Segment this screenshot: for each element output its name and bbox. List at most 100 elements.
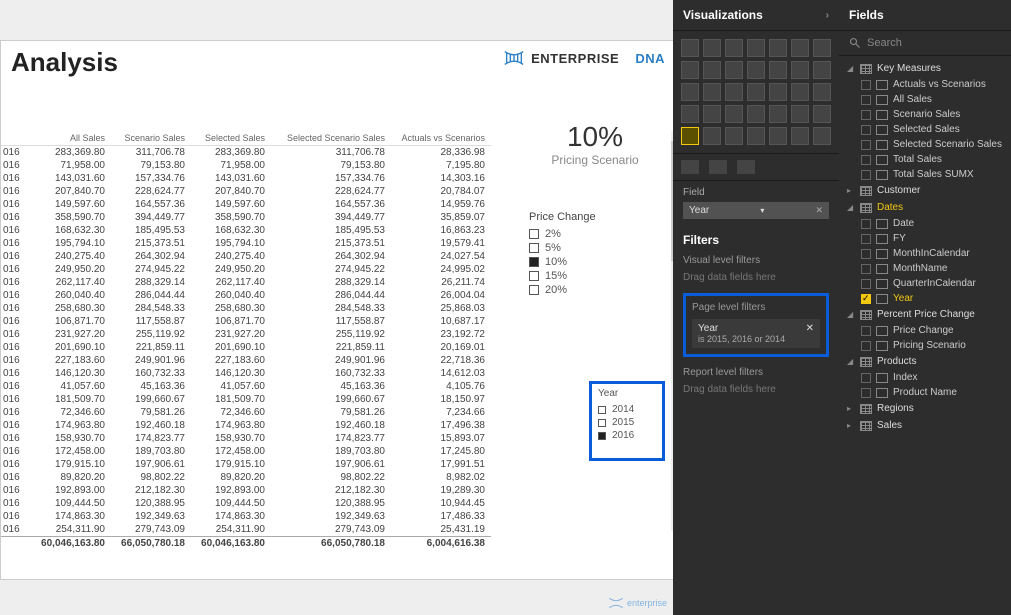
viz-type-icon[interactable] bbox=[747, 39, 765, 57]
checkbox-icon[interactable] bbox=[529, 243, 539, 253]
table-scrollbar[interactable] bbox=[671, 131, 673, 531]
viz-type-icon[interactable] bbox=[681, 105, 699, 123]
table-row[interactable]: 016254,311.90279,743.09254,311.90279,743… bbox=[1, 523, 491, 536]
visual-filter-dropzone[interactable]: Drag data fields here bbox=[683, 272, 829, 283]
viz-type-icon[interactable] bbox=[703, 39, 721, 57]
field-fy[interactable]: FY bbox=[839, 231, 1011, 246]
year-slicer-option[interactable]: 2016 bbox=[598, 429, 656, 442]
field-checkbox[interactable] bbox=[861, 249, 871, 259]
price-change-option[interactable]: 15% bbox=[529, 269, 639, 283]
table-row[interactable]: 016181,509.70199,660.67181,509.70199,660… bbox=[1, 393, 491, 406]
table-row[interactable]: 016227,183.60249,901.96227,183.60249,901… bbox=[1, 354, 491, 367]
price-change-option[interactable]: 20% bbox=[529, 283, 639, 297]
field-well-item[interactable]: Year ▾ ✕ bbox=[683, 202, 829, 219]
field-checkbox[interactable] bbox=[861, 264, 871, 274]
viz-type-icon[interactable] bbox=[725, 39, 743, 57]
table-row[interactable]: 01689,820.2098,802.2289,820.2098,802.228… bbox=[1, 471, 491, 484]
viz-type-icon[interactable] bbox=[813, 39, 831, 57]
table-row[interactable]: 016262,117.40288,329.14262,117.40288,329… bbox=[1, 276, 491, 289]
table-row[interactable]: 016174,863.30192,349.63174,863.30192,349… bbox=[1, 510, 491, 523]
fields-tab-icon[interactable] bbox=[681, 160, 699, 174]
field-checkbox[interactable] bbox=[861, 125, 871, 135]
table-row[interactable]: 01671,958.0079,153.8071,958.0079,153.807… bbox=[1, 159, 491, 172]
visualizations-header[interactable]: Visualizations › bbox=[673, 0, 839, 31]
field-index[interactable]: Index bbox=[839, 370, 1011, 385]
report-canvas[interactable]: Analysis ENTERPRISE DNA All SalesScenari… bbox=[0, 0, 673, 615]
column-header[interactable]: Selected Scenario Sales bbox=[269, 133, 389, 143]
viz-type-icon[interactable] bbox=[747, 127, 765, 145]
viz-type-icon[interactable] bbox=[681, 83, 699, 101]
table-dates[interactable]: ◢Dates bbox=[839, 199, 1011, 216]
viz-type-icon[interactable] bbox=[791, 105, 809, 123]
column-header[interactable]: All Sales bbox=[29, 133, 109, 143]
field-checkbox[interactable] bbox=[861, 294, 871, 304]
viz-type-icon[interactable] bbox=[725, 83, 743, 101]
table-row[interactable]: 016260,040.40286,044.44260,040.40286,044… bbox=[1, 289, 491, 302]
viz-type-icon[interactable] bbox=[813, 105, 831, 123]
viz-type-icon[interactable] bbox=[747, 61, 765, 79]
viz-type-icon[interactable] bbox=[747, 105, 765, 123]
viz-type-icon[interactable] bbox=[769, 127, 787, 145]
clear-filter-icon[interactable]: ✕ bbox=[806, 323, 814, 334]
table-row[interactable]: 016149,597.60164,557.36149,597.60164,557… bbox=[1, 198, 491, 211]
report-filter-dropzone[interactable]: Drag data fields here bbox=[683, 384, 829, 395]
viz-type-icon[interactable] bbox=[703, 61, 721, 79]
table-regions[interactable]: ▸Regions bbox=[839, 400, 1011, 417]
price-change-option[interactable]: 10% bbox=[529, 255, 639, 269]
checkbox-icon[interactable] bbox=[598, 406, 606, 414]
table-row[interactable]: 016240,275.40264,302.94240,275.40264,302… bbox=[1, 250, 491, 263]
viz-type-icon[interactable] bbox=[703, 127, 721, 145]
field-checkbox[interactable] bbox=[861, 373, 871, 383]
field-checkbox[interactable] bbox=[861, 219, 871, 229]
viz-format-tabs[interactable] bbox=[673, 153, 839, 181]
table-row[interactable]: 016146,120.30160,732.33146,120.30160,732… bbox=[1, 367, 491, 380]
page-filter-card-year[interactable]: Year ✕ is 2015, 2016 or 2014 bbox=[692, 319, 820, 348]
table-row[interactable]: 016106,871.70117,558.87106,871.70117,558… bbox=[1, 315, 491, 328]
checkbox-icon[interactable] bbox=[598, 432, 606, 440]
scenario-card[interactable]: 10% Pricing Scenario bbox=[525, 121, 665, 167]
table-row[interactable]: 016207,840.70228,624.77207,840.70228,624… bbox=[1, 185, 491, 198]
table-row[interactable]: 01641,057.6045,163.3641,057.6045,163.364… bbox=[1, 380, 491, 393]
viz-type-icon[interactable] bbox=[703, 105, 721, 123]
viz-type-icon[interactable] bbox=[769, 83, 787, 101]
viz-type-icon[interactable] bbox=[791, 39, 809, 57]
viz-type-icon[interactable] bbox=[813, 83, 831, 101]
table-row[interactable]: 016249,950.20274,945.22249,950.20274,945… bbox=[1, 263, 491, 276]
column-header[interactable]: Selected Sales bbox=[189, 133, 269, 143]
checkbox-icon[interactable] bbox=[529, 229, 539, 239]
table-row[interactable]: 016172,458.00189,703.80172,458.00189,703… bbox=[1, 445, 491, 458]
field-monthincalendar[interactable]: MonthInCalendar bbox=[839, 246, 1011, 261]
viz-type-icon[interactable] bbox=[813, 61, 831, 79]
field-selected-sales[interactable]: Selected Sales bbox=[839, 122, 1011, 137]
field-selected-scenario-sales[interactable]: Selected Scenario Sales bbox=[839, 137, 1011, 152]
field-checkbox[interactable] bbox=[861, 234, 871, 244]
year-slicer-option[interactable]: 2015 bbox=[598, 416, 656, 429]
format-tab-icon[interactable] bbox=[709, 160, 727, 174]
table-row[interactable]: 016174,963.80192,460.18174,963.80192,460… bbox=[1, 419, 491, 432]
viz-type-icon[interactable] bbox=[725, 105, 743, 123]
table-key-measures[interactable]: ◢Key Measures bbox=[839, 60, 1011, 77]
table-row[interactable]: 016283,369.80311,706.78283,369.80311,706… bbox=[1, 146, 491, 159]
table-row[interactable]: 016195,794.10215,373.51195,794.10215,373… bbox=[1, 237, 491, 250]
price-change-option[interactable]: 5% bbox=[529, 241, 639, 255]
fields-header[interactable]: Fields bbox=[839, 0, 1011, 31]
table-row[interactable]: 016168,632.30185,495.53168,632.30185,495… bbox=[1, 224, 491, 237]
viz-type-icon[interactable] bbox=[791, 127, 809, 145]
field-all-sales[interactable]: All Sales bbox=[839, 92, 1011, 107]
viz-type-icon[interactable] bbox=[791, 83, 809, 101]
viz-type-icon[interactable] bbox=[703, 83, 721, 101]
table-sales[interactable]: ▸Sales bbox=[839, 417, 1011, 434]
field-checkbox[interactable] bbox=[861, 95, 871, 105]
column-header[interactable]: Scenario Sales bbox=[109, 133, 189, 143]
table-percent-price-change[interactable]: ◢Percent Price Change bbox=[839, 306, 1011, 323]
field-checkbox[interactable] bbox=[861, 110, 871, 120]
field-monthname[interactable]: MonthName bbox=[839, 261, 1011, 276]
field-checkbox[interactable] bbox=[861, 155, 871, 165]
viz-type-icon[interactable] bbox=[791, 61, 809, 79]
table-row[interactable]: 016192,893.00212,182.30192,893.00212,182… bbox=[1, 484, 491, 497]
table-row[interactable]: 016258,680.30284,548.33258,680.30284,548… bbox=[1, 302, 491, 315]
table-products[interactable]: ◢Products bbox=[839, 353, 1011, 370]
table-row[interactable]: 016358,590.70394,449.77358,590.70394,449… bbox=[1, 211, 491, 224]
field-total-sales-sumx[interactable]: Total Sales SUMX bbox=[839, 167, 1011, 182]
column-header[interactable]: Actuals vs Scenarios bbox=[389, 133, 489, 143]
